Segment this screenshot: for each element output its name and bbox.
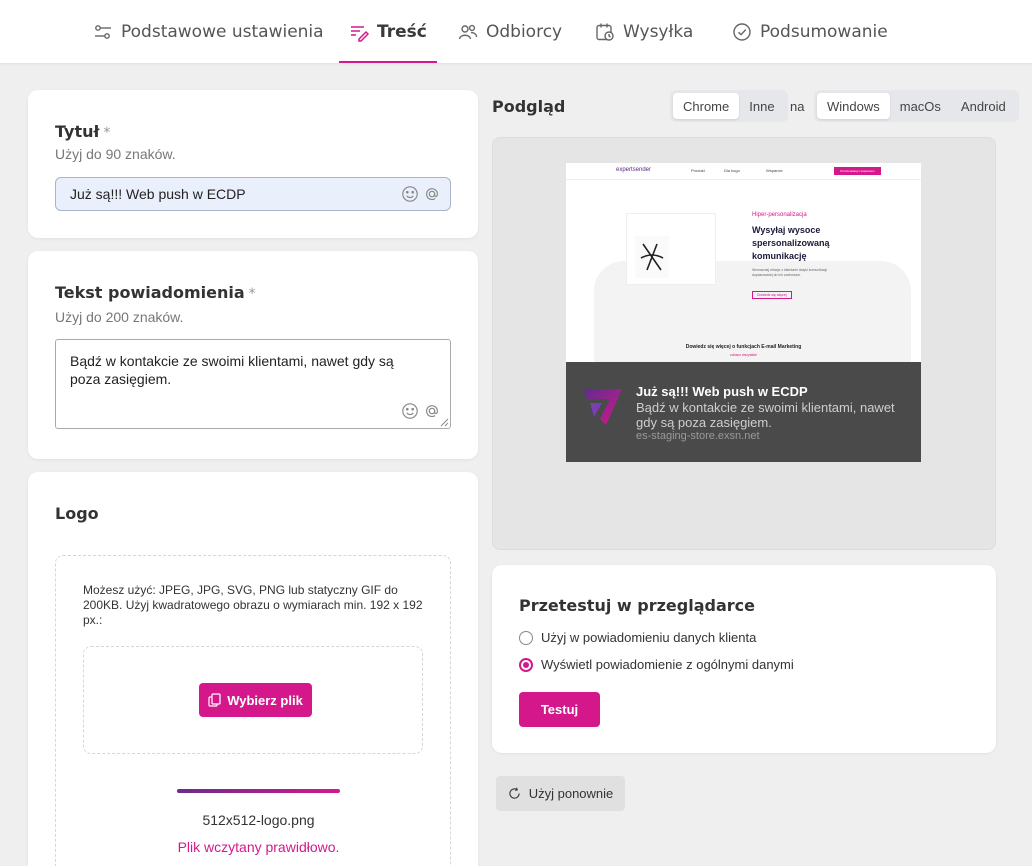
- tab-label: Podstawowe ustawienia: [121, 21, 324, 42]
- title-input-value: Już są!!! Web push w ECDP: [70, 186, 246, 202]
- emoji-icon[interactable]: [401, 185, 419, 203]
- check-circle-icon: [733, 22, 751, 41]
- choose-file-label: Wybierz plik: [227, 692, 303, 708]
- system-option-windows[interactable]: Windows: [817, 93, 890, 119]
- system-option-macos[interactable]: macOs: [890, 93, 951, 119]
- tab-label: Treść: [377, 21, 427, 42]
- site-nav-item: Dla kogo: [724, 168, 740, 173]
- required-mark: *: [248, 286, 256, 302]
- site-nav-item: Wsparcie: [766, 168, 783, 173]
- logo-label: Logo: [55, 504, 99, 523]
- tab-label: Wysyłka: [623, 21, 694, 42]
- site-logo: expertsender: [616, 167, 652, 173]
- browser-option-other[interactable]: Inne: [739, 93, 784, 119]
- step-tabs: Podstawowe ustawienia Treść Odbiorcy Wys…: [0, 0, 1032, 63]
- refresh-icon: [509, 787, 520, 799]
- radio-button[interactable]: [519, 630, 533, 645]
- uploaded-filename: 512x512-logo.png: [202, 812, 315, 828]
- body-label-wrap: Tekst powiadomienia *: [55, 283, 256, 302]
- tab-sending[interactable]: Wysyłka: [595, 0, 693, 63]
- upload-progress-bar: [177, 789, 340, 793]
- radio-label: Wyświetl powiadomienie z ogólnymi danymi: [541, 657, 794, 672]
- copy-file-icon: [208, 693, 221, 707]
- body-label: Tekst powiadomienia: [55, 283, 245, 302]
- site-hero-image: [626, 213, 716, 285]
- title-card: Tytuł * Użyj do 90 znaków. Już są!!! Web …: [28, 90, 478, 238]
- illustration-icon: [635, 236, 669, 278]
- site-footer-link: zobacz wszystkie: [729, 353, 758, 357]
- site-kicker: Hiper-personalizacja: [752, 212, 807, 218]
- notification-text-input[interactable]: Bądź w kontakcie ze swoimi klientami, na…: [55, 339, 451, 429]
- website-preview: expertsender Produkt Dla kogo Wsparcie P…: [566, 163, 921, 362]
- system-option-android[interactable]: Android: [951, 93, 1016, 119]
- notification-text-card: Tekst powiadomienia * Użyj do 200 znaków.…: [28, 251, 478, 459]
- upload-status: Plik wczytany prawidłowo.: [177, 839, 340, 855]
- tab-summary[interactable]: Podsumowanie: [732, 0, 888, 63]
- title-input[interactable]: Już są!!! Web push w ECDP: [55, 177, 451, 211]
- title-field-tools: [401, 185, 441, 203]
- site-subtext: Wzmacniaj relacje z klientami dzięki kom…: [752, 268, 828, 277]
- on-label: na: [790, 99, 805, 114]
- notification-title: Już są!!! Web push w ECDP: [636, 384, 808, 399]
- brand-logo-icon: [582, 389, 622, 425]
- reuse-button[interactable]: Użyj ponownie: [496, 776, 625, 811]
- tab-basic-settings[interactable]: Podstawowe ustawienia: [93, 0, 324, 63]
- system-switch: Windows macOs Android: [814, 90, 1019, 122]
- logo-info-text: Możesz użyć: JPEG, JPG, SVG, PNG lub sta…: [83, 583, 423, 627]
- logo-card: Logo Możesz użyć: JPEG, JPG, SVG, PNG lu…: [28, 472, 478, 866]
- tab-recipients[interactable]: Odbiorcy: [458, 0, 562, 63]
- test-card-title: Przetestuj w przeglądarce: [519, 596, 755, 615]
- tab-content[interactable]: Treść: [339, 0, 437, 63]
- test-in-browser-card: Przetestuj w przeglądarce Użyj w powiado…: [492, 565, 996, 753]
- site-footer-text: Dowiedz się więcej o funkcjach E-mail Ma…: [685, 344, 802, 350]
- sliders-icon: [95, 24, 111, 39]
- preview-title: Podgląd: [492, 97, 566, 116]
- site-more-button: Dowiedz się więcej: [752, 291, 792, 299]
- push-notification-preview: Już są!!! Web push w ECDP Bądź w kontakc…: [566, 362, 921, 462]
- calendar-clock-icon: [596, 23, 614, 41]
- site-headline: Wysyłaj wysoce spersonalizowaną komunika…: [752, 225, 830, 261]
- notification-domain: es-staging-store.exsn.net: [636, 430, 760, 442]
- users-icon: [458, 24, 478, 39]
- at-sign-icon[interactable]: [423, 185, 441, 203]
- radio-button-selected[interactable]: [519, 657, 533, 672]
- site-nav-item: Produkt: [691, 168, 705, 173]
- test-button[interactable]: Testuj: [519, 692, 600, 727]
- tab-label: Odbiorcy: [486, 21, 563, 42]
- emoji-icon[interactable]: [401, 402, 419, 420]
- resize-handle-icon[interactable]: [439, 417, 449, 427]
- radio-option-general-data[interactable]: Wyświetl powiadomienie z ogólnymi danymi: [519, 657, 794, 672]
- radio-option-customer-data[interactable]: Użyj w powiadomieniu danych klienta: [519, 630, 756, 645]
- radio-label: Użyj w powiadomieniu danych klienta: [541, 630, 757, 645]
- title-label: Tytuł: [55, 122, 100, 141]
- site-cta: Porozmawiaj z ekspertem: [834, 167, 881, 175]
- required-mark: *: [103, 125, 111, 141]
- title-label-wrap: Tytuł *: [55, 122, 110, 141]
- body-input-value: Bądź w kontakcie ze swoimi klientami, na…: [70, 353, 394, 387]
- edit-list-icon: [351, 25, 369, 42]
- browser-switch: Chrome Inne: [670, 90, 788, 122]
- tab-label: Podsumowanie: [760, 21, 888, 42]
- browser-option-chrome[interactable]: Chrome: [673, 93, 740, 119]
- notification-body: Bądź w kontakcie ze swoimi klientami, na…: [636, 400, 895, 430]
- reuse-label: Użyj ponownie: [528, 786, 614, 801]
- site-nav: expertsender Produkt Dla kogo Wsparcie P…: [566, 163, 921, 180]
- choose-file-button[interactable]: Wybierz plik: [199, 683, 312, 717]
- body-field-tools: [401, 402, 441, 420]
- upload-progress-fill: [177, 789, 340, 793]
- body-hint: Użyj do 200 znaków.: [55, 309, 184, 325]
- title-hint: Użyj do 90 znaków.: [55, 146, 176, 162]
